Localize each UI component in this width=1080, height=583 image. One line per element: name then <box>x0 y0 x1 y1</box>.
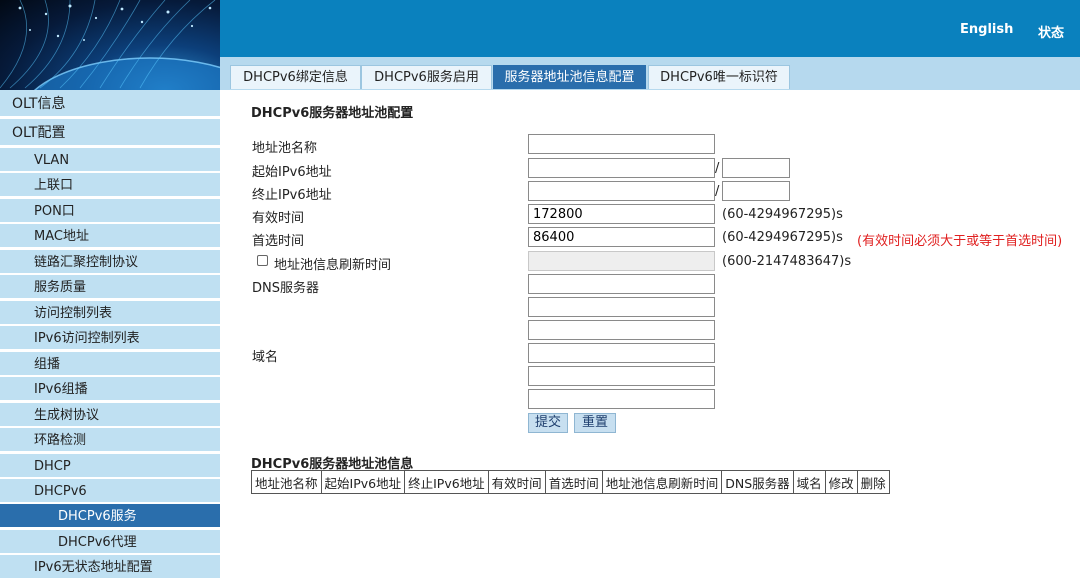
sidebar-item-pon[interactable]: PON口 <box>0 199 220 224</box>
sidebar-item-mac[interactable]: MAC地址 <box>0 224 220 249</box>
preferred-time-hint: (60-4294967295)s <box>722 230 843 245</box>
sidebar-item-dhcpv6-service[interactable]: DHCPv6服务 <box>0 504 220 529</box>
sidebar-item-olt-config[interactable]: OLT配置 <box>0 119 220 147</box>
sidebar-item-dhcpv6-relay[interactable]: DHCPv6代理 <box>0 530 220 555</box>
sidebar-item-dhcp[interactable]: DHCP <box>0 454 220 479</box>
sidebar-item-acl[interactable]: 访问控制列表 <box>0 301 220 326</box>
col-pool-name: 地址池名称 <box>251 470 322 494</box>
sidebar-item-qos[interactable]: 服务质量 <box>0 275 220 300</box>
sidebar-item-vlan[interactable]: VLAN <box>0 148 220 173</box>
refresh-time-label: 地址池信息刷新时间 <box>274 258 392 273</box>
fiber-globe-image <box>0 0 220 90</box>
submit-button[interactable]: 提交 <box>528 413 568 433</box>
sidebar-item-multicast[interactable]: 组播 <box>0 352 220 377</box>
end-ip-input[interactable] <box>528 181 715 201</box>
dns-server-label: DNS服务器 <box>252 281 319 296</box>
col-preferred-time: 首选时间 <box>544 470 603 494</box>
reset-button[interactable]: 重置 <box>574 413 616 433</box>
start-ip-input[interactable] <box>528 158 715 178</box>
pool-name-input[interactable] <box>528 134 715 154</box>
status-link[interactable]: 状态 <box>1038 22 1064 41</box>
start-ip-slash: / <box>715 161 720 176</box>
refresh-time-checkbox[interactable] <box>257 255 268 266</box>
tab-dhcpv6-binding[interactable]: DHCPv6绑定信息 <box>230 65 361 89</box>
end-ip-label: 终止IPv6地址 <box>252 188 332 203</box>
col-delete: 删除 <box>856 470 890 494</box>
col-modify: 修改 <box>824 470 858 494</box>
tab-pool-config[interactable]: 服务器地址池信息配置 <box>493 65 646 89</box>
valid-time-input[interactable] <box>528 204 715 224</box>
tab-dhcpv6-service-enable[interactable]: DHCPv6服务启用 <box>361 65 492 89</box>
refresh-time-hint: (600-2147483647)s <box>722 254 852 269</box>
col-refresh-time: 地址池信息刷新时间 <box>601 470 723 494</box>
form-section-title: DHCPv6服务器地址池配置 <box>251 106 414 121</box>
dns-server-input-2[interactable] <box>528 297 715 317</box>
sidebar-item-loop-detect[interactable]: 环路检测 <box>0 428 220 453</box>
valid-time-hint: (60-4294967295)s <box>722 207 843 222</box>
col-valid-time: 有效时间 <box>487 470 546 494</box>
sidebar-item-stp[interactable]: 生成树协议 <box>0 403 220 428</box>
start-prefix-input[interactable] <box>722 158 790 178</box>
dns-server-input-3[interactable] <box>528 320 715 340</box>
col-domain: 域名 <box>792 470 826 494</box>
valid-time-label: 有效时间 <box>252 211 305 226</box>
tab-dhcpv6-duid[interactable]: DHCPv6唯一标识符 <box>648 65 790 89</box>
table-header-row: 地址池名称 起始IPv6地址 终止IPv6地址 有效时间 首选时间 地址池信息刷… <box>251 470 890 494</box>
sidebar-item-ipv6-slaac[interactable]: IPv6无状态地址配置 <box>0 555 220 580</box>
tab-bar: DHCPv6绑定信息 DHCPv6服务启用 服务器地址池信息配置 DHCPv6唯… <box>220 57 1080 90</box>
domain-label: 域名 <box>252 350 279 365</box>
end-ip-slash: / <box>715 184 720 199</box>
sidebar: OLT信息 OLT配置 VLAN 上联口 PON口 MAC地址 链路汇聚控制协议… <box>0 90 220 583</box>
domain-input-1[interactable] <box>528 343 715 363</box>
sidebar-item-ipv6-multicast[interactable]: IPv6组播 <box>0 377 220 402</box>
pool-info-table: 地址池名称 起始IPv6地址 终止IPv6地址 有效时间 首选时间 地址池信息刷… <box>251 470 890 494</box>
preferred-time-warning: (有效时间必须大于或等于首选时间) <box>857 234 1063 249</box>
dns-server-input-1[interactable] <box>528 274 715 294</box>
refresh-time-input[interactable] <box>528 251 715 271</box>
sidebar-item-lacp[interactable]: 链路汇聚控制协议 <box>0 250 220 275</box>
language-link[interactable]: English <box>960 22 1013 37</box>
pool-name-label: 地址池名称 <box>252 141 318 156</box>
sidebar-item-ipv6-acl[interactable]: IPv6访问控制列表 <box>0 326 220 351</box>
col-start-ip: 起始IPv6地址 <box>320 470 406 494</box>
col-dns-server: DNS服务器 <box>721 470 794 494</box>
domain-input-2[interactable] <box>528 366 715 386</box>
end-prefix-input[interactable] <box>722 181 790 201</box>
sidebar-item-olt-info[interactable]: OLT信息 <box>0 90 220 118</box>
top-bar: English 状态 <box>220 0 1080 57</box>
col-end-ip: 终止IPv6地址 <box>404 470 489 494</box>
domain-input-3[interactable] <box>528 389 715 409</box>
start-ip-label: 起始IPv6地址 <box>252 165 332 180</box>
preferred-time-input[interactable] <box>528 227 715 247</box>
preferred-time-label: 首选时间 <box>252 234 305 249</box>
sidebar-item-uplink[interactable]: 上联口 <box>0 173 220 198</box>
logo-banner <box>0 0 220 90</box>
sidebar-item-dhcpv6[interactable]: DHCPv6 <box>0 479 220 504</box>
